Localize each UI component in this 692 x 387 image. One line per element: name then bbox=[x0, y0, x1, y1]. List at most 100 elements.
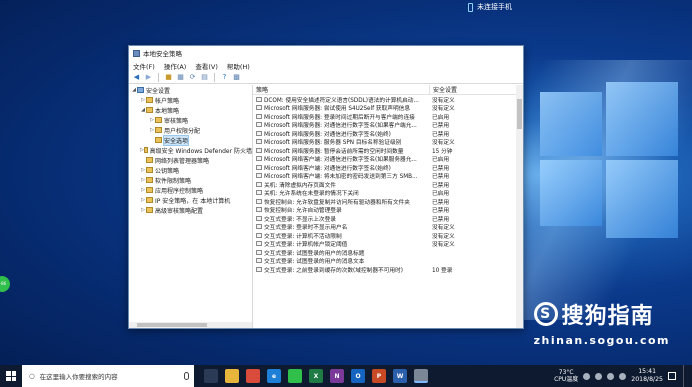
policy-name: 交互式登录: 之前登录到缓存的次数(域控制器不可用时) bbox=[264, 267, 403, 274]
forward-arrow-icon[interactable]: ▶ bbox=[144, 73, 153, 82]
tree-item[interactable]: ▷ 公钥策略 bbox=[129, 165, 252, 175]
back-arrow-icon[interactable]: ◀ bbox=[132, 73, 141, 82]
toolbar-separator bbox=[158, 72, 159, 82]
windows-logo-pane-bottom-left bbox=[540, 160, 602, 226]
policy-row[interactable]: 交互式登录: 登录时不显示用户名 没有定义 bbox=[253, 223, 523, 231]
folder-icon bbox=[146, 167, 153, 173]
show-desktop-button[interactable] bbox=[683, 365, 686, 387]
tree-item[interactable]: ▷ 软件限制策略 bbox=[129, 175, 252, 185]
tree-item[interactable]: ▷ IP 安全策略，在 本地计算机 bbox=[129, 195, 252, 205]
phone-notification[interactable]: 未连接手机 bbox=[468, 2, 512, 12]
tree-item[interactable]: ▷ 高级安全 Windows Defender 防火墙 bbox=[129, 145, 252, 155]
task-view-icon[interactable] bbox=[204, 369, 218, 383]
policy-row[interactable]: Microsoft 网络客户端: 将未加密的密码发送到第三方 SMB... 已禁用 bbox=[253, 172, 523, 180]
sogou-logo-icon: S bbox=[533, 302, 558, 326]
side-floating-badge[interactable]: +86 bbox=[0, 276, 10, 292]
tree-item[interactable]: ▷ 用户权限分配 bbox=[129, 125, 252, 135]
taskbar-search-box[interactable]: ○ 在这里输入你要搜索的内容 bbox=[22, 365, 194, 387]
policy-icon bbox=[256, 164, 262, 170]
tree-item[interactable]: ▷ 应用程序控制策略 bbox=[129, 185, 252, 195]
chevron-up-icon[interactable] bbox=[583, 372, 591, 380]
menu-view[interactable]: 查看(V) bbox=[195, 61, 218, 71]
network-icon[interactable] bbox=[595, 372, 603, 380]
refresh-icon[interactable]: ⟳ bbox=[188, 73, 197, 82]
policy-row[interactable]: 交互式登录: 计算机不活动限制 没有定义 bbox=[253, 231, 523, 240]
phone-icon bbox=[468, 2, 473, 12]
chrome-icon[interactable] bbox=[246, 369, 260, 383]
tree-item[interactable]: 安全选项 bbox=[129, 134, 252, 146]
policy-row[interactable]: Microsoft 网络服务器: 服务器 SPN 目标名称验证级别 没有定义 bbox=[253, 138, 523, 146]
onenote-icon[interactable]: N bbox=[330, 369, 344, 383]
column-header-setting[interactable]: 安全设置 bbox=[429, 85, 509, 94]
policy-row[interactable]: DCOM: 使用安全描述符定义语言(SDDL)语法的计算机启动... 没有定义 bbox=[253, 95, 523, 104]
start-button[interactable] bbox=[0, 365, 22, 387]
show-hide-tree-icon[interactable]: ▦ bbox=[176, 73, 185, 82]
policy-row[interactable]: 恢复控制台: 允许自动管理登录 已禁用 bbox=[253, 206, 523, 214]
policy-row[interactable]: 关机: 清除虚拟内存页面文件 已禁用 bbox=[253, 180, 523, 189]
cpu-temperature[interactable]: 73°C CPU温度 bbox=[554, 369, 578, 383]
search-placeholder: 在这里输入你要搜索的内容 bbox=[39, 373, 118, 381]
policy-row[interactable]: Microsoft 网络客户端: 对通信进行数字签名(始终) 已禁用 bbox=[253, 163, 523, 172]
menu-action[interactable]: 操作(A) bbox=[164, 61, 187, 71]
policy-row[interactable]: 交互式登录: 之前登录到缓存的次数(域控制器不可用时) 10 登录 bbox=[253, 265, 523, 274]
outlook-icon[interactable]: O bbox=[351, 369, 365, 383]
policy-row[interactable]: Microsoft 网络服务器: 对通信进行数字签名(始终) 已禁用 bbox=[253, 129, 523, 138]
tree-item[interactable]: ▷ 高级审核策略配置 bbox=[129, 205, 252, 215]
policy-row[interactable]: 交互式登录: 不显示上次登录 已禁用 bbox=[253, 214, 523, 223]
scrollbar-thumb[interactable] bbox=[137, 323, 207, 327]
policy-row[interactable]: Microsoft 网络服务器: 登录时间过期后断开与客户端的连接 已启用 bbox=[253, 112, 523, 121]
help-icon[interactable]: ? bbox=[220, 73, 229, 82]
column-header-policy[interactable]: 策略 bbox=[253, 85, 429, 94]
policy-row[interactable]: 交互式登录: 试图登录的用户的消息文本 bbox=[253, 257, 523, 265]
excel-icon[interactable]: X bbox=[309, 369, 323, 383]
tree-item[interactable]: ▷ 帐户策略 bbox=[129, 95, 252, 105]
policy-icon bbox=[256, 130, 262, 136]
edge-icon[interactable]: e bbox=[267, 369, 281, 383]
properties-icon[interactable]: ▩ bbox=[232, 73, 241, 82]
export-list-icon[interactable]: ▤ bbox=[200, 73, 209, 82]
policy-icon bbox=[256, 156, 262, 162]
list-vertical-scrollbar[interactable] bbox=[516, 85, 523, 328]
file-explorer-icon[interactable] bbox=[225, 369, 239, 383]
tree-item[interactable]: ◢ 安全设置 bbox=[129, 85, 252, 95]
menu-file[interactable]: 文件(F) bbox=[133, 61, 155, 71]
tree-item[interactable]: 网络列表管理器策略 bbox=[129, 155, 252, 165]
policy-row[interactable]: Microsoft 网络服务器: 对通信进行数字签名(如果客户端允... 已禁用 bbox=[253, 121, 523, 129]
watermark-url: zhinan.sogou.com bbox=[533, 334, 670, 347]
toolbar-separator bbox=[214, 72, 215, 82]
list-rows: DCOM: 使用安全描述符定义语言(SDDL)语法的计算机启动... 没有定义 Mi… bbox=[253, 95, 523, 274]
policy-row[interactable]: 交互式登录: 计算机帐户锁定阈值 没有定义 bbox=[253, 240, 523, 248]
menu-help[interactable]: 帮助(H) bbox=[227, 61, 250, 71]
policy-row[interactable]: Microsoft 网络服务器: 尝试使用 S4U2Self 获取声明信息 没有定… bbox=[253, 104, 523, 112]
policy-row[interactable]: 恢复控制台: 允许软盘复制并访问所有驱动器和所有文件夹 已禁用 bbox=[253, 197, 523, 206]
action-center-icon[interactable] bbox=[668, 372, 676, 380]
policy-row[interactable]: Microsoft 网络客户端: 对通信进行数字签名(如果服务器允... 已启用 bbox=[253, 155, 523, 163]
powerpoint-icon[interactable]: P bbox=[372, 369, 386, 383]
tree-item[interactable]: ▷ 审核策略 bbox=[129, 115, 252, 125]
up-folder-icon[interactable]: ■ bbox=[164, 73, 173, 82]
window-titlebar[interactable]: 本地安全策略 bbox=[129, 46, 523, 60]
word-icon[interactable]: W bbox=[393, 369, 407, 383]
tree-item[interactable]: ◢ 本地策略 bbox=[129, 105, 252, 115]
windows-logo-pane-bottom-right bbox=[606, 160, 678, 238]
policy-row[interactable]: 关机: 允许系统在未登录的情况下关闭 已启用 bbox=[253, 189, 523, 197]
microphone-icon[interactable] bbox=[184, 372, 189, 380]
policy-row[interactable]: Microsoft 网络服务器: 暂停会话前所需的空闲时间数量 15 分钟 bbox=[253, 146, 523, 155]
input-method-icon[interactable] bbox=[619, 372, 627, 380]
wechat-icon[interactable] bbox=[288, 369, 302, 383]
folder-icon bbox=[155, 117, 162, 123]
policy-icon bbox=[256, 215, 262, 221]
volume-icon[interactable] bbox=[607, 372, 615, 380]
policy-setting-cell: 10 登录 bbox=[432, 267, 453, 274]
scrollbar-thumb[interactable] bbox=[517, 99, 522, 129]
security-policy-icon[interactable] bbox=[414, 369, 428, 383]
folder-icon bbox=[146, 157, 153, 163]
policy-row[interactable]: 交互式登录: 试图登录的用户的消息标题 bbox=[253, 248, 523, 257]
list-header: 策略 安全设置 bbox=[253, 85, 523, 95]
tree-item-label: 安全设置 bbox=[146, 87, 171, 95]
tree-item-label: IP 安全策略，在 本地计算机 bbox=[155, 197, 231, 205]
clock[interactable]: 15:41 2018/8/25 bbox=[631, 368, 663, 384]
tree-horizontal-scrollbar[interactable] bbox=[129, 322, 252, 328]
policy-icon bbox=[256, 122, 262, 128]
policy-icon bbox=[256, 258, 262, 264]
